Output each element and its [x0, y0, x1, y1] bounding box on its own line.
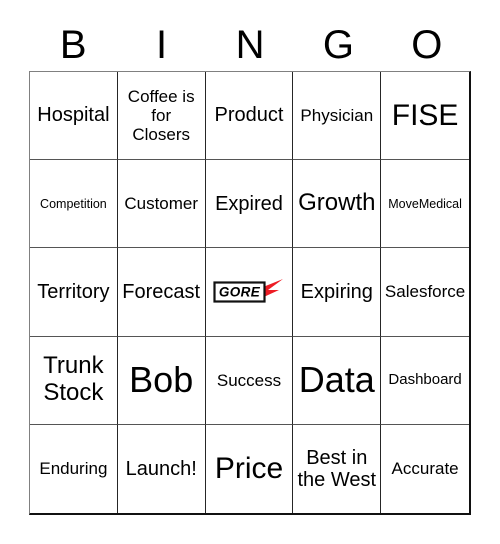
bingo-cell-label: Physician [300, 106, 374, 126]
gore-wordmark: GORE [219, 285, 261, 300]
bingo-cell[interactable]: FISE [381, 72, 469, 161]
bingo-cell[interactable]: Enduring [30, 424, 118, 513]
bingo-cell[interactable]: Expiring [293, 248, 382, 337]
bingo-cell-label: Hospital [37, 104, 110, 127]
bingo-cell[interactable]: Price [205, 424, 294, 513]
header-letter-o: O [411, 22, 443, 67]
bingo-cell-label: Territory [37, 280, 110, 303]
bingo-grid: Hospital Coffee is for Closers Product P… [29, 71, 471, 515]
bingo-cell-label: Data [298, 359, 375, 401]
bingo-cell[interactable]: Accurate [381, 424, 469, 513]
bingo-header: B I N G O [29, 18, 471, 71]
bingo-cell-label: FISE [391, 98, 459, 132]
gore-logo-icon: GORE [213, 277, 285, 307]
bingo-card: B I N G O Hospital Coffee is for Closers… [0, 0, 500, 544]
bingo-cell-label: Coffee is for Closers [127, 87, 195, 145]
bingo-cell[interactable]: Growth [293, 160, 382, 249]
bingo-cell[interactable]: Territory [30, 248, 118, 337]
bingo-cell-label: Dashboard [388, 370, 462, 388]
bingo-cell[interactable]: Best in the West [293, 424, 382, 513]
bingo-cell[interactable]: Product [205, 72, 294, 161]
bingo-cell[interactable]: Trunk Stock [30, 336, 118, 425]
bingo-cell-label: Expired [215, 192, 283, 215]
bingo-cell-label: Product [214, 104, 284, 127]
bingo-cell[interactable]: Physician [293, 72, 382, 161]
bingo-cell-label: Accurate [391, 459, 459, 479]
bingo-cell-label: Salesforce [384, 282, 466, 302]
bingo-cell[interactable]: Coffee is for Closers [117, 72, 206, 161]
bingo-cell[interactable]: Salesforce [381, 248, 469, 337]
bingo-cell-logo[interactable]: GORE [205, 248, 294, 337]
bingo-cell-label: Competition [40, 196, 107, 211]
bingo-cell-label: Growth [298, 189, 376, 217]
bingo-cell[interactable]: MoveMedical [381, 160, 469, 249]
bingo-cell-label: Price [214, 452, 284, 486]
bingo-cell[interactable]: Launch! [117, 424, 206, 513]
header-letter-n: N [235, 22, 265, 67]
bingo-cell[interactable]: Forecast [117, 248, 206, 337]
bingo-cell[interactable]: Customer [117, 160, 206, 249]
bingo-cell-label: Customer [124, 194, 199, 214]
bingo-cell-label: Success [216, 370, 282, 390]
header-letter-i: I [156, 22, 168, 67]
bingo-cell-label: Forecast [122, 280, 201, 303]
bingo-cell[interactable]: Success [205, 336, 294, 425]
bingo-cell[interactable]: Hospital [30, 72, 118, 161]
bingo-cell-label: MoveMedical [388, 196, 462, 211]
bingo-cell-label: Launch! [125, 457, 197, 480]
bingo-cell[interactable]: Bob [117, 336, 206, 425]
bingo-cell[interactable]: Dashboard [381, 336, 469, 425]
bingo-cell[interactable]: Competition [30, 160, 118, 249]
header-letter-b: B [59, 22, 87, 67]
bingo-cell[interactable]: Data [293, 336, 382, 425]
bingo-cell-label: Enduring [39, 459, 108, 479]
bingo-cell[interactable]: Expired [205, 160, 294, 249]
bingo-cell-label: Bob [129, 359, 194, 401]
bingo-cell-label: Expiring [300, 280, 373, 303]
header-letter-g: G [322, 22, 354, 67]
bingo-cell-label: Trunk Stock [43, 352, 104, 407]
bingo-cell-label: Best in the West [297, 446, 377, 491]
